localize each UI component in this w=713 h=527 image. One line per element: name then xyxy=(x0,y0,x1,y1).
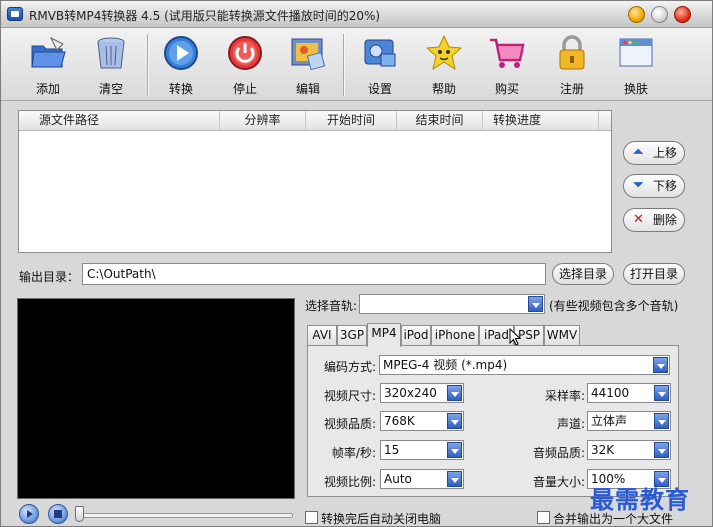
seek-slider-thumb[interactable] xyxy=(75,506,84,522)
stop-button[interactable]: 停止 xyxy=(215,28,275,101)
column-progress[interactable]: 转换进度 xyxy=(483,111,599,131)
play-button[interactable] xyxy=(19,504,39,524)
column-start-time[interactable]: 开始时间 xyxy=(306,111,397,131)
double-up-arrow-icon: ⏶ xyxy=(633,145,644,160)
delete-button[interactable]: ✕ 删除 xyxy=(623,208,685,232)
file-list-header: 源文件路径 分辨率 开始时间 结束时间 转换进度 xyxy=(19,111,611,131)
codec-label: 编码方式: xyxy=(323,360,376,374)
play-icon xyxy=(164,36,198,70)
sample-rate-label: 采样率: xyxy=(544,389,585,403)
tab-wmv[interactable]: WMV xyxy=(544,325,580,346)
delete-x-icon: ✕ xyxy=(633,212,644,227)
watermark: 最需教育 xyxy=(590,485,690,514)
audio-quality-select[interactable]: 32K xyxy=(587,440,671,460)
convert-button[interactable]: 转换 xyxy=(151,28,211,101)
app-window: RMVB转MP4转换器 4.5 (试用版只能转换源文件播放时间的20%) 添加 … xyxy=(0,0,713,527)
merge-output-checkbox[interactable] xyxy=(537,511,550,524)
settings-button[interactable]: 设置 xyxy=(350,28,410,101)
tab-avi[interactable]: AVI xyxy=(307,325,337,346)
toolbar-separator xyxy=(343,34,344,96)
video-quality-label: 视频品质: xyxy=(323,417,376,431)
minimize-button[interactable] xyxy=(628,6,645,23)
settings-icon xyxy=(364,39,396,67)
play-icon xyxy=(27,510,33,518)
column-source-path[interactable]: 源文件路径 xyxy=(19,111,220,131)
video-size-label: 视频尺寸: xyxy=(323,389,376,403)
tab-ipod[interactable]: iPod xyxy=(401,325,431,346)
fps-select[interactable]: 15 xyxy=(380,440,464,460)
channel-select[interactable]: 立体声 xyxy=(587,411,671,431)
film-edit-icon xyxy=(291,38,326,71)
stop-playback-button[interactable] xyxy=(48,504,68,524)
dropdown-arrow-icon[interactable] xyxy=(654,442,669,458)
tab-3gp[interactable]: 3GP xyxy=(337,325,367,346)
output-dir-label: 输出目录： xyxy=(19,270,80,284)
buy-button[interactable]: 购买 xyxy=(477,28,537,101)
toolbar-separator xyxy=(147,34,148,96)
power-icon xyxy=(228,36,262,70)
dropdown-arrow-icon[interactable] xyxy=(447,471,462,487)
output-dir-input[interactable]: C:\OutPath\ xyxy=(82,263,546,285)
dropdown-arrow-icon[interactable] xyxy=(654,385,669,401)
audio-track-hint: (有些视频包含多个音轨) xyxy=(549,299,679,313)
fps-label: 帧率/秒: xyxy=(331,446,376,460)
tab-mp4[interactable]: MP4 xyxy=(367,323,401,347)
dropdown-arrow-icon[interactable] xyxy=(653,357,668,373)
close-button[interactable] xyxy=(674,6,691,23)
folder-add-icon xyxy=(31,36,66,68)
auto-shutdown-checkbox[interactable] xyxy=(305,511,318,524)
clear-button[interactable]: 清空 xyxy=(81,28,141,101)
column-end-time[interactable]: 结束时间 xyxy=(397,111,483,131)
choose-dir-button[interactable]: 选择目录 xyxy=(552,263,614,285)
video-preview xyxy=(17,298,295,499)
dropdown-arrow-icon[interactable] xyxy=(654,413,669,429)
double-down-arrow-icon: ⏷ xyxy=(633,178,644,193)
volume-label: 音量大小: xyxy=(532,475,585,489)
star-help-icon xyxy=(425,34,463,71)
audio-quality-label: 音频品质: xyxy=(532,446,585,460)
sample-rate-select[interactable]: 44100 xyxy=(587,383,671,403)
maximize-button[interactable] xyxy=(651,6,668,23)
tab-iphone[interactable]: iPhone xyxy=(431,325,479,346)
toolbar: 添加 清空 转换 停止 编辑 设置 帮助 购买 注册 换肤 xyxy=(1,28,712,101)
aspect-ratio-label: 视频比例: xyxy=(323,475,376,489)
move-up-button[interactable]: ⏶ 上移 xyxy=(623,141,685,165)
lock-icon xyxy=(559,35,585,70)
app-icon xyxy=(7,7,23,21)
dropdown-arrow-icon[interactable] xyxy=(447,413,462,429)
auto-shutdown-label: 转换完后自动关闭电脑 xyxy=(321,512,442,526)
dropdown-arrow-icon[interactable] xyxy=(447,385,462,401)
dropdown-arrow-icon[interactable] xyxy=(447,442,462,458)
trash-icon xyxy=(97,37,125,69)
video-quality-select[interactable]: 768K xyxy=(380,411,464,431)
audio-track-label: 选择音轨: xyxy=(305,299,358,313)
help-button[interactable]: 帮助 xyxy=(414,28,474,101)
column-resolution[interactable]: 分辨率 xyxy=(220,111,306,131)
aspect-ratio-select[interactable]: Auto xyxy=(380,469,464,489)
mouse-cursor-icon xyxy=(509,328,521,346)
stop-icon xyxy=(54,510,62,518)
register-button[interactable]: 注册 xyxy=(542,28,602,101)
seek-slider-track[interactable] xyxy=(75,513,293,518)
open-dir-button[interactable]: 打开目录 xyxy=(623,263,685,285)
channel-label: 声道: xyxy=(556,417,585,431)
window-title: RMVB转MP4转换器 4.5 (试用版只能转换源文件播放时间的20%) xyxy=(29,9,381,23)
audio-track-select[interactable] xyxy=(359,294,545,314)
cart-icon xyxy=(490,38,525,68)
edit-button[interactable]: 编辑 xyxy=(278,28,338,101)
title-bar[interactable]: RMVB转MP4转换器 4.5 (试用版只能转换源文件播放时间的20%) xyxy=(1,1,712,28)
add-button[interactable]: 添加 xyxy=(18,28,78,101)
file-list[interactable]: 源文件路径 分辨率 开始时间 结束时间 转换进度 xyxy=(18,110,612,253)
skin-button[interactable]: 换肤 xyxy=(606,28,666,101)
window-skin-icon xyxy=(619,38,653,67)
move-down-button[interactable]: ⏷ 下移 xyxy=(623,174,685,198)
dropdown-arrow-icon[interactable] xyxy=(528,296,543,312)
video-size-select[interactable]: 320x240 xyxy=(380,383,464,403)
codec-select[interactable]: MPEG-4 视频 (*.mp4) xyxy=(379,355,670,375)
